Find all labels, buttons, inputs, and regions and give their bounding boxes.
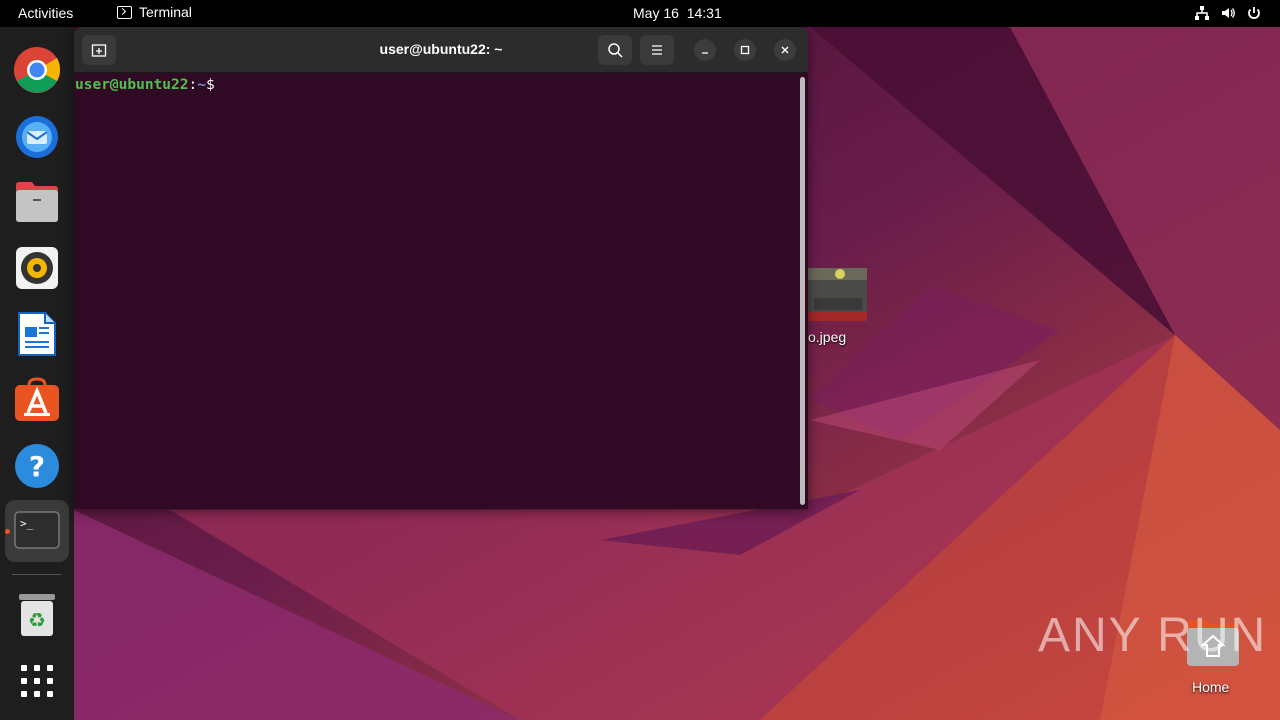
clock-date: May 16 — [633, 5, 679, 21]
running-indicator — [5, 529, 10, 534]
prompt-colon: : — [188, 77, 198, 93]
close-button[interactable] — [774, 39, 796, 61]
maximize-button[interactable] — [734, 39, 756, 61]
volume-icon — [1220, 5, 1236, 21]
home-folder-label: Home — [1192, 679, 1230, 695]
app-menu-label: Terminal — [139, 4, 192, 20]
app-menu[interactable]: Terminal — [117, 4, 192, 20]
help-icon[interactable]: ? — [12, 441, 62, 491]
watermark-text: ANY RUN — [1038, 609, 1268, 662]
prompt-symbol: $ — [205, 77, 215, 93]
terminal-header-bar[interactable]: user@ubuntu22: ~ — [74, 27, 808, 73]
prompt-user: user@ubuntu22 — [75, 77, 189, 93]
anyrun-watermark: ANY RUN — [1038, 608, 1267, 663]
top-bar: Activities Terminal May 16 14:31 — [0, 0, 1280, 27]
trash-icon[interactable]: ♻ — [12, 590, 62, 640]
hamburger-icon — [652, 45, 662, 55]
close-icon — [781, 46, 789, 54]
menu-button[interactable] — [640, 35, 674, 65]
file-thumbnail — [808, 268, 867, 321]
clock-time: 14:31 — [686, 5, 722, 21]
maximize-icon — [740, 45, 750, 55]
system-tray[interactable] — [1194, 5, 1262, 21]
dock-separator — [12, 574, 62, 575]
terminal-icon — [117, 5, 132, 19]
terminal-scrollbar[interactable] — [800, 77, 805, 505]
minimize-icon — [702, 52, 708, 54]
search-icon — [608, 43, 623, 58]
thunderbird-icon[interactable] — [12, 111, 62, 161]
dock: ? >_ ♻ — [0, 27, 74, 720]
activities-button[interactable]: Activities — [18, 5, 73, 21]
app-center-icon[interactable] — [12, 375, 62, 425]
terminal-window[interactable]: user@ubuntu22: ~ user@ubuntu22:~$ — [74, 27, 808, 509]
file-label: o.jpeg — [808, 329, 847, 345]
clock[interactable]: May 16 14:31 — [633, 5, 722, 21]
terminal-icon[interactable]: >_ — [12, 505, 62, 555]
svg-text:>_: >_ — [20, 517, 34, 530]
desktop-file-jpeg[interactable]: o.jpeg — [808, 268, 868, 345]
minimize-button[interactable] — [694, 39, 716, 61]
rhythmbox-icon[interactable] — [12, 243, 62, 293]
terminal-content[interactable]: user@ubuntu22:~$ — [74, 74, 808, 509]
search-button[interactable] — [598, 35, 632, 65]
network-icon — [1194, 5, 1210, 21]
show-apps-icon[interactable] — [12, 656, 62, 706]
power-icon — [1246, 5, 1262, 21]
libreoffice-writer-icon[interactable] — [12, 309, 62, 359]
chrome-icon[interactable] — [12, 45, 62, 95]
svg-text:♻: ♻ — [28, 608, 46, 632]
files-icon[interactable] — [12, 177, 62, 227]
prompt-path: ~ — [197, 77, 206, 93]
svg-text:?: ? — [29, 450, 45, 483]
